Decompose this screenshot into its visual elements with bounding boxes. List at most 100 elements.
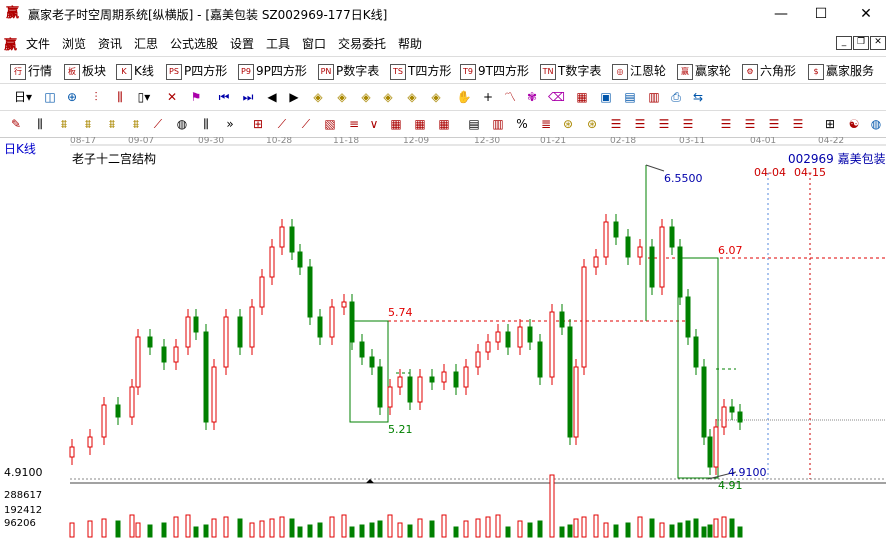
grid-lines-icon[interactable]: ⫼ bbox=[198, 116, 214, 132]
chart-mode-icon[interactable]: ◫ bbox=[42, 89, 58, 105]
first-icon[interactable]: ⏮ bbox=[216, 89, 232, 105]
crosshair-icon[interactable]: + bbox=[480, 89, 496, 105]
chart-icon[interactable]: ▥ bbox=[490, 116, 506, 132]
maximize-button[interactable]: ☐ bbox=[810, 4, 832, 24]
candles-icon[interactable]: ⫼ bbox=[112, 89, 128, 105]
menu-help[interactable]: 帮助 bbox=[398, 35, 422, 52]
vlines-icon[interactable]: ⫼ bbox=[32, 116, 48, 132]
menu-info[interactable]: 资讯 bbox=[98, 35, 122, 52]
menu-tools[interactable]: 工具 bbox=[266, 35, 290, 52]
winner-service-button[interactable]: $ 赢家服务 bbox=[808, 62, 874, 80]
tool-6-icon[interactable]: ⩩ bbox=[128, 116, 144, 132]
gann-wheel-button[interactable]: ◎ 江恩轮 bbox=[612, 62, 666, 80]
more-icon[interactable]: » bbox=[222, 116, 238, 132]
menu-formula[interactable]: 公式选股 bbox=[170, 35, 218, 52]
tool-21-icon[interactable]: ⊛ bbox=[560, 116, 576, 132]
9p-square-icon: P9 bbox=[238, 63, 254, 80]
cross-icon[interactable]: ✕ bbox=[164, 89, 180, 105]
tool-5-icon[interactable]: ⩩ bbox=[104, 116, 120, 132]
diamond-1-icon[interactable]: ◈ bbox=[310, 89, 326, 105]
9p-square-button[interactable]: P9 9P四方形 bbox=[238, 62, 307, 80]
tool-30-icon[interactable]: ☰ bbox=[790, 116, 806, 132]
zoom-icon[interactable]: ⊕ bbox=[64, 89, 80, 105]
v-icon[interactable]: ∨ bbox=[366, 116, 382, 132]
grid-4-icon[interactable]: ▦ bbox=[412, 116, 428, 132]
diamond-2-icon[interactable]: ◈ bbox=[334, 89, 350, 105]
mdi-restore-button[interactable]: ❐ bbox=[853, 36, 869, 50]
table-icon[interactable]: ⊞ bbox=[822, 116, 838, 132]
bar-type-dropdown[interactable]: ▯▾ bbox=[136, 89, 152, 105]
tool-4-icon[interactable]: ⩩ bbox=[80, 116, 96, 132]
tool-27-icon[interactable]: ☰ bbox=[718, 116, 734, 132]
prev-icon[interactable]: ◀ bbox=[264, 89, 280, 105]
export-icon[interactable]: ⇆ bbox=[690, 89, 706, 105]
ruler-icon[interactable]: ▤ bbox=[466, 116, 482, 132]
menu-huisi[interactable]: 汇思 bbox=[134, 35, 158, 52]
bars-icon[interactable]: ⫶ bbox=[88, 89, 104, 105]
menu-file[interactable]: 文件 bbox=[26, 35, 50, 52]
tool-3-icon[interactable]: ⩩ bbox=[56, 116, 72, 132]
tool-23-icon[interactable]: ☰ bbox=[608, 116, 624, 132]
mdi-minimize-button[interactable]: _ bbox=[836, 36, 852, 50]
hand-icon[interactable]: ✋ bbox=[456, 89, 472, 105]
pen-icon[interactable]: ✎ bbox=[8, 116, 24, 132]
tool-29-icon[interactable]: ☰ bbox=[766, 116, 782, 132]
lines-icon[interactable]: ≡ bbox=[346, 116, 362, 132]
grid-2-icon[interactable]: ▧ bbox=[322, 116, 338, 132]
diamond-3-icon[interactable]: ◈ bbox=[358, 89, 374, 105]
pattern-icon[interactable]: ✾ bbox=[524, 89, 540, 105]
9t-square-button[interactable]: T9 9T四方形 bbox=[460, 62, 529, 80]
tool-24-icon[interactable]: ☰ bbox=[632, 116, 648, 132]
diamond-5-icon[interactable]: ◈ bbox=[404, 89, 420, 105]
tool-26-icon[interactable]: ☰ bbox=[680, 116, 696, 132]
grid-3-icon[interactable]: ▦ bbox=[388, 116, 404, 132]
hexagon-button[interactable]: ⚙ 六角形 bbox=[742, 62, 796, 80]
percent-icon[interactable]: % bbox=[514, 116, 530, 132]
window-icon[interactable]: ▤ bbox=[622, 89, 638, 105]
tool-28-icon[interactable]: ☰ bbox=[742, 116, 758, 132]
menu-window[interactable]: 窗口 bbox=[302, 35, 326, 52]
flag-icon[interactable]: ⚑ bbox=[188, 89, 204, 105]
grid-5-icon[interactable]: ▦ bbox=[436, 116, 452, 132]
t-number-table-button[interactable]: TN T数字表 bbox=[540, 62, 601, 80]
fan-1-icon[interactable]: ⟋ bbox=[274, 116, 290, 132]
close-button[interactable]: ✕ bbox=[855, 4, 877, 24]
p-number-table-button[interactable]: PN P数字表 bbox=[318, 62, 379, 80]
sector-button[interactable]: 板板块 bbox=[64, 62, 106, 80]
minimize-button[interactable]: — bbox=[770, 4, 792, 24]
save-icon[interactable]: ▥ bbox=[646, 89, 662, 105]
volume-bar bbox=[495, 514, 501, 538]
screen-icon[interactable]: ▣ bbox=[598, 89, 614, 105]
yinyang-icon[interactable]: ☯ bbox=[846, 116, 862, 132]
candle-body bbox=[701, 366, 707, 438]
period-select-dropdown[interactable]: 日▾ bbox=[8, 89, 38, 105]
kline-chart-panel[interactable]: 日K线 老子十二宫结构 002969 嘉美包装 08-17 09-07 09-30 1… bbox=[0, 137, 886, 540]
winner-wheel-button[interactable]: 赢赢家轮 bbox=[677, 62, 731, 80]
wave-icon[interactable]: 〽 bbox=[502, 89, 518, 105]
tool-20-icon[interactable]: ≣ bbox=[538, 116, 554, 132]
diamond-6-icon[interactable]: ◈ bbox=[428, 89, 444, 105]
tool-25-icon[interactable]: ☰ bbox=[656, 116, 672, 132]
volume-bar bbox=[475, 518, 481, 538]
last-icon[interactable]: ⏭ bbox=[240, 89, 256, 105]
print-icon[interactable]: ⎙ bbox=[668, 89, 684, 105]
mdi-close-button[interactable]: ✕ bbox=[870, 36, 886, 50]
erase-icon[interactable]: ⌫ bbox=[548, 89, 565, 105]
diamond-4-icon[interactable]: ◈ bbox=[380, 89, 396, 105]
calendar-icon[interactable]: ▦ bbox=[574, 89, 590, 105]
kline-chart-svg[interactable]: 08-17 09-07 09-30 10-28 11-18 12-09 12-30 01-21… bbox=[0, 137, 886, 540]
kline-button[interactable]: K K线 bbox=[116, 62, 154, 80]
menu-browse[interactable]: 浏览 bbox=[62, 35, 86, 52]
menu-settings[interactable]: 设置 bbox=[230, 35, 254, 52]
menu-trade[interactable]: 交易委托 bbox=[338, 35, 386, 52]
tool-7-icon[interactable]: ⟋ bbox=[150, 116, 166, 132]
circle-icon[interactable]: ◍ bbox=[174, 116, 190, 132]
t-square-button[interactable]: TS T四方形 bbox=[390, 62, 451, 80]
globe-icon[interactable]: ◍ bbox=[868, 116, 884, 132]
fan-2-icon[interactable]: ⟋ bbox=[298, 116, 314, 132]
p-square-button[interactable]: PS P四方形 bbox=[166, 62, 227, 80]
fib-1-icon[interactable]: ⊞ bbox=[250, 116, 266, 132]
quotes-button[interactable]: 行行情 bbox=[10, 62, 52, 80]
tool-22-icon[interactable]: ⊛ bbox=[584, 116, 600, 132]
next-icon[interactable]: ▶ bbox=[286, 89, 302, 105]
